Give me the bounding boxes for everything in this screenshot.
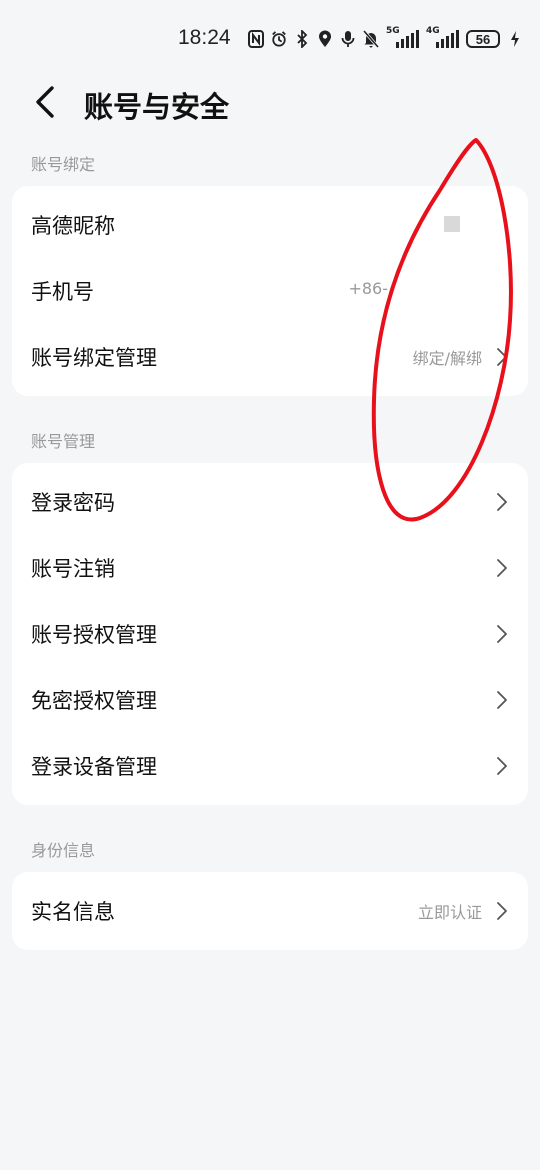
signal-4g-icon: 4G [426,26,459,48]
charging-icon [507,29,523,49]
nfc-icon [248,29,264,49]
back-icon[interactable] [30,82,60,122]
binding-value: 绑定/解绑 [412,349,482,368]
status-icons: 5G 4G 56 [248,26,523,52]
row-amap-nickname[interactable]: 高德昵称 [12,192,528,258]
header: 账号与安全 [0,78,540,128]
location-icon [317,29,333,49]
card-identity: 实名信息 立即认证 [12,872,528,950]
row-phone-number[interactable]: 手机号 +86- [12,258,528,324]
chevron-right-icon [496,492,508,512]
row-label: 账号授权管理 [31,623,157,647]
status-bar: 18:24 5G 4G 56 [0,0,540,78]
row-label: 实名信息 [31,900,115,924]
verify-value: 立即认证 [417,903,482,922]
chevron-right-icon [496,690,508,710]
row-label: 登录密码 [31,491,115,515]
row-label: 登录设备管理 [31,755,157,779]
mute-bell-icon [363,29,379,49]
row-real-name-info[interactable]: 实名信息 立即认证 [12,878,528,944]
row-account-binding-management[interactable]: 账号绑定管理 绑定/解绑 [12,324,528,390]
section-label-identity: 身份信息 [31,841,96,860]
row-login-device-management[interactable]: 登录设备管理 [12,733,528,799]
nickname-value-placeholder [444,216,460,232]
battery-icon: 56 [466,30,500,48]
page-title: 账号与安全 [84,90,230,124]
microphone-icon [340,29,356,49]
row-label: 免密授权管理 [31,689,157,713]
row-label: 高德昵称 [31,214,115,238]
card-management: 登录密码 账号注销 账号授权管理 免密授权管理 登录设备管理 [12,463,528,805]
signal-5g-icon: 5G [386,26,419,48]
chevron-right-icon [496,558,508,578]
phone-value: +86- [348,279,388,298]
row-account-authorization[interactable]: 账号授权管理 [12,601,528,667]
chevron-right-icon [496,901,508,921]
row-label: 账号注销 [31,557,115,581]
row-label: 账号绑定管理 [31,346,157,370]
chevron-right-icon [496,347,508,367]
row-login-password[interactable]: 登录密码 [12,469,528,535]
section-label-binding: 账号绑定 [31,155,96,174]
chevron-right-icon [496,624,508,644]
chevron-right-icon [496,756,508,776]
alarm-icon [271,29,287,49]
card-binding: 高德昵称 手机号 +86- 账号绑定管理 绑定/解绑 [12,186,528,396]
row-account-cancellation[interactable]: 账号注销 [12,535,528,601]
row-password-free-authorization[interactable]: 免密授权管理 [12,667,528,733]
row-label: 手机号 [31,280,94,304]
status-time: 18:24 [178,26,231,49]
bluetooth-icon [294,29,310,49]
section-label-management: 账号管理 [31,432,96,451]
